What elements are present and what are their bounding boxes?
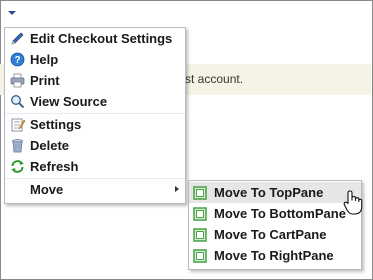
submenu-item-move-to-bottompane[interactable]: Move To BottomPane bbox=[189, 203, 361, 224]
submenu-item-move-to-rightpane[interactable]: Move To RightPane bbox=[189, 245, 361, 266]
trash-icon bbox=[12, 139, 23, 153]
hand-cursor-icon bbox=[343, 190, 363, 215]
help-icon: ? bbox=[10, 52, 25, 67]
pane-icon bbox=[193, 186, 207, 200]
menu-item-settings[interactable]: Settings bbox=[5, 114, 185, 135]
notice-text: st account. bbox=[185, 72, 244, 86]
move-submenu: Move To TopPane Move To BottomPane Move … bbox=[188, 180, 362, 270]
submenu-item-label: Move To BottomPane bbox=[214, 206, 346, 221]
magnifier-icon bbox=[10, 94, 25, 109]
refresh-icon bbox=[11, 160, 24, 173]
pane-icon bbox=[193, 228, 207, 242]
menu-item-refresh[interactable]: Refresh bbox=[5, 156, 185, 177]
submenu-item-label: Move To RightPane bbox=[214, 248, 334, 263]
menu-item-help[interactable]: ? Help bbox=[5, 49, 185, 70]
menu-item-edit-checkout-settings[interactable]: Edit Checkout Settings bbox=[5, 28, 185, 49]
menu-item-label: Refresh bbox=[30, 159, 79, 174]
menu-item-label: Move bbox=[30, 182, 64, 197]
pane-icon bbox=[193, 249, 207, 263]
menu-item-print[interactable]: Print bbox=[5, 70, 185, 91]
menu-item-label: Edit Checkout Settings bbox=[30, 31, 173, 46]
menu-item-label: View Source bbox=[30, 94, 108, 109]
pencil-icon bbox=[11, 32, 24, 45]
submenu-item-label: Move To CartPane bbox=[214, 227, 327, 242]
menu-item-label: Delete bbox=[30, 138, 70, 153]
context-menu: Edit Checkout Settings ? Help Print View… bbox=[4, 27, 186, 204]
menu-item-label: Print bbox=[30, 73, 60, 88]
submenu-item-move-to-toppane[interactable]: Move To TopPane bbox=[189, 182, 361, 203]
menu-item-label: Help bbox=[30, 52, 59, 67]
menu-item-delete[interactable]: Delete bbox=[5, 135, 185, 156]
notepad-icon bbox=[11, 118, 25, 132]
menu-trigger-caret-icon[interactable] bbox=[8, 11, 16, 15]
printer-icon bbox=[10, 73, 25, 88]
submenu-arrow-icon bbox=[175, 186, 179, 192]
svg-text:?: ? bbox=[14, 55, 20, 66]
menu-item-move[interactable]: Move bbox=[5, 179, 185, 200]
menu-item-view-source[interactable]: View Source bbox=[5, 91, 185, 112]
menu-item-label: Settings bbox=[30, 117, 82, 132]
pane-icon bbox=[193, 207, 207, 221]
submenu-item-move-to-cartpane[interactable]: Move To CartPane bbox=[189, 224, 361, 245]
submenu-item-label: Move To TopPane bbox=[214, 185, 324, 200]
